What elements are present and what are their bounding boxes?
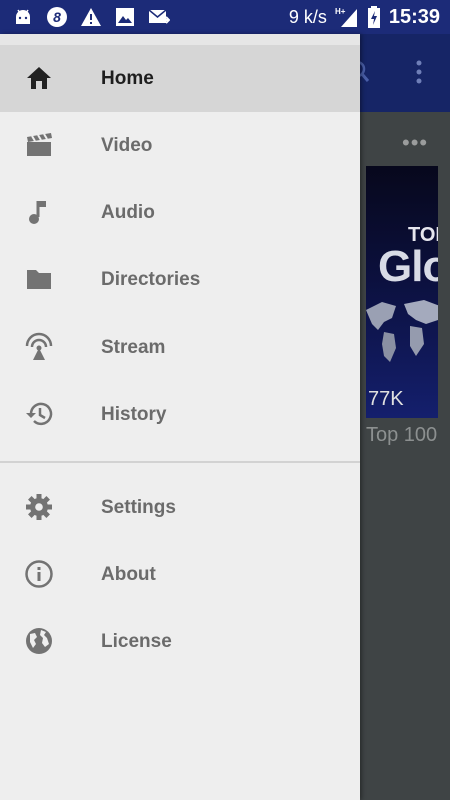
drawer-item-label: History [101,404,167,425]
thumbnail-text-main: Glo [378,242,438,291]
drawer-item-audio[interactable]: Audio [0,179,360,246]
drawer-item-label: Video [101,135,153,156]
svg-text:8: 8 [53,9,61,25]
sync-badge-icon: 8 [46,6,68,28]
notification-icons: 8 [12,6,170,28]
drawer-item-directories[interactable]: Directories [0,246,360,313]
status-bar: 8 9 k/s H+ 15:39 [0,0,450,34]
history-icon [24,399,54,429]
drawer-item-about[interactable]: About [0,541,360,608]
network-speed: 9 k/s [288,6,327,27]
android-icon [12,6,34,28]
drawer-item-label: Stream [101,337,166,358]
signal-icon: H+ [335,6,359,28]
drawer-item-video[interactable]: Video [0,112,360,179]
music-note-icon [24,197,54,227]
drawer-item-label: Settings [101,497,176,518]
drawer-item-stream[interactable]: Stream [0,314,360,381]
warning-icon [80,6,102,28]
video-thumbnail[interactable]: TOP Glo 77K [366,166,438,418]
info-icon [24,559,54,589]
gear-icon [24,492,54,522]
clock: 15:39 [388,5,440,28]
drawer-item-label: License [101,631,172,652]
drawer-item-history[interactable]: History [0,381,360,448]
mail-icon [148,6,170,28]
drawer-item-label: About [101,564,156,585]
drawer-item-home[interactable]: Home [0,45,360,112]
drawer-header-strip [0,34,360,45]
world-map-graphic [366,296,438,391]
drawer-divider [0,461,360,463]
globe-icon [24,626,54,656]
drawer-item-label: Home [101,68,154,89]
image-icon [114,6,136,28]
antenna-icon [24,332,54,362]
folder-icon [24,264,54,294]
card-more-icon[interactable]: ••• [402,130,428,156]
video-title[interactable]: Top 100 [366,424,450,447]
video-clapper-icon [24,130,54,160]
app-toolbar [360,34,450,112]
navigation-drawer: Home Video Audio Directories Stream Hist… [0,34,360,800]
status-right: 9 k/s H+ 15:39 [289,6,440,29]
home-icon [24,63,54,93]
drawer-item-label: Audio [101,202,155,223]
drawer-item-label: Directories [101,269,201,290]
view-count: 77K [368,388,404,410]
drawer-item-license[interactable]: License [0,608,360,675]
overflow-menu-icon[interactable] [409,58,429,86]
svg-text:H+: H+ [335,7,346,16]
battery-charging-icon [367,6,381,28]
drawer-item-settings[interactable]: Settings [0,474,360,541]
